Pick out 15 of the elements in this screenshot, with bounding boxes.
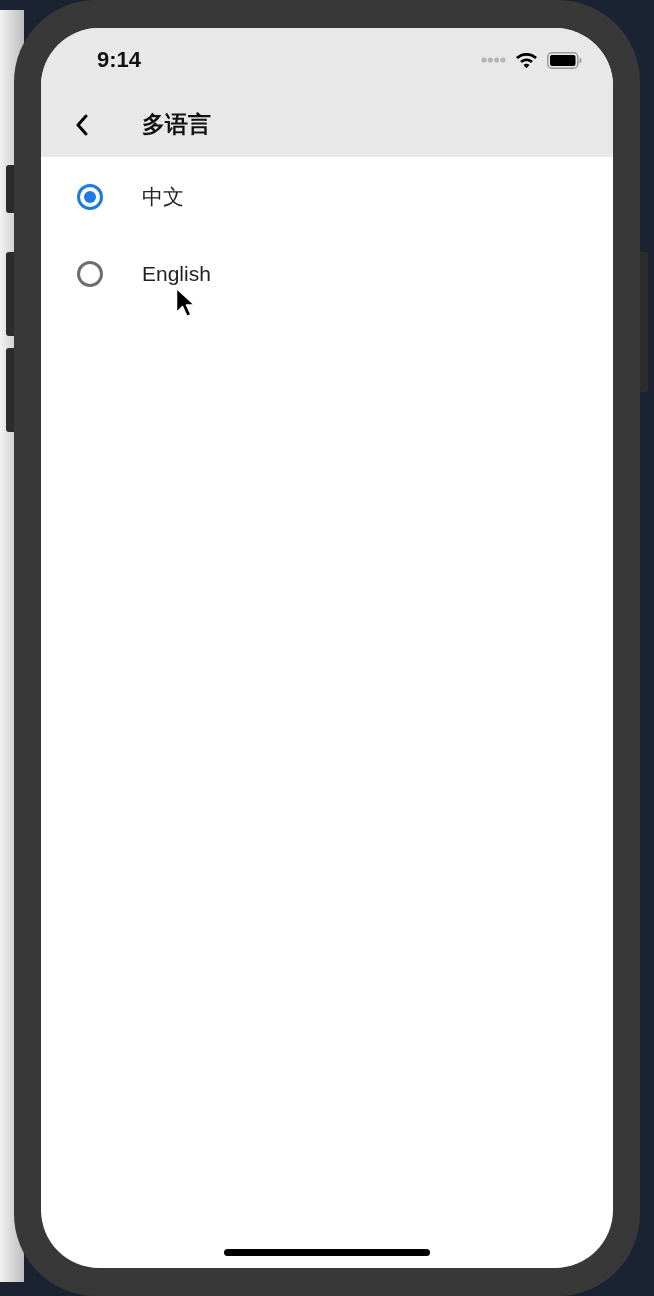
mouse-pointer-icon [175, 287, 195, 319]
battery-icon [547, 51, 582, 69]
signal-icon [481, 57, 506, 63]
side-button[interactable] [640, 252, 648, 392]
wifi-icon [516, 52, 537, 68]
back-chevron-icon [74, 113, 88, 136]
side-button[interactable] [6, 252, 14, 336]
radio-button[interactable] [77, 260, 103, 287]
language-label[interactable]: 中文 [142, 180, 184, 213]
side-button[interactable] [6, 165, 14, 213]
radio-button[interactable] [77, 183, 103, 210]
side-button[interactable] [6, 348, 14, 432]
page-title: 多语言 [142, 110, 211, 140]
language-label[interactable]: English [142, 257, 211, 290]
status-time: 9:14 [97, 49, 142, 71]
